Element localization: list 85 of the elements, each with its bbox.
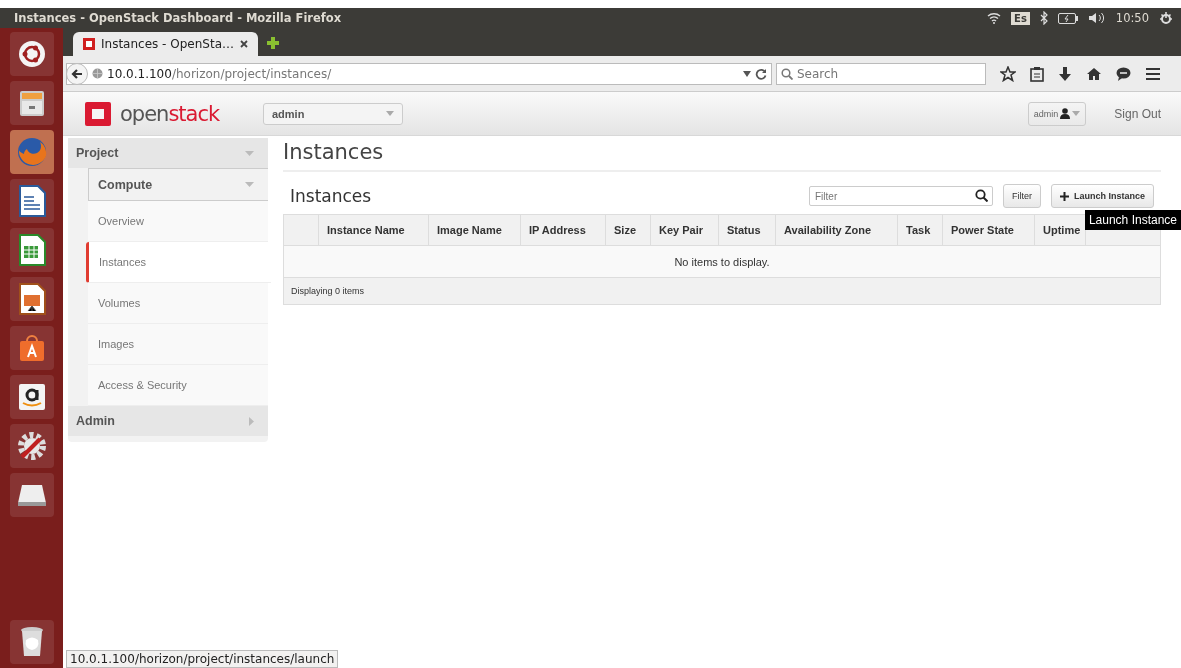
back-button[interactable] xyxy=(66,62,88,85)
firefox-icon xyxy=(15,136,48,168)
caret-down-icon xyxy=(245,150,254,156)
launch-instance-button[interactable]: Launch Instance xyxy=(1051,184,1154,208)
favicon-icon xyxy=(83,38,95,50)
launcher-item[interactable] xyxy=(9,424,54,468)
openstack-logo-icon xyxy=(84,100,112,127)
project-dropdown[interactable]: admin xyxy=(263,102,403,125)
spreadsheet-icon xyxy=(17,234,46,266)
bluetooth-icon[interactable] xyxy=(1039,11,1048,25)
launcher-item[interactable] xyxy=(9,620,54,664)
caret-icon xyxy=(1072,111,1081,116)
launcher-item[interactable] xyxy=(9,32,54,76)
power-gear-icon[interactable] xyxy=(1159,11,1173,25)
home-icon[interactable] xyxy=(1086,66,1102,81)
tooltip: Launch Instance xyxy=(1084,210,1181,230)
page-title: Instances xyxy=(283,140,1161,172)
column-header[interactable]: Uptime xyxy=(1034,214,1086,246)
search-icon xyxy=(781,67,793,80)
url-field[interactable]: 10.0.1.100/horizon/project/instances/ xyxy=(66,62,772,85)
column-header[interactable]: Status xyxy=(718,214,776,246)
column-header[interactable]: Instance Name xyxy=(318,214,429,246)
download-arrow-icon[interactable] xyxy=(1058,65,1072,82)
launcher-item[interactable] xyxy=(9,228,54,272)
caret-right-icon xyxy=(249,416,254,426)
search-field[interactable]: Search xyxy=(776,62,986,85)
column-header[interactable]: Power State xyxy=(942,214,1035,246)
caret-icon xyxy=(386,111,394,116)
status-link-url: 10.0.1.100/horizon/project/instances/launch xyxy=(66,650,339,668)
sidebar-item[interactable]: Overview xyxy=(88,201,268,242)
wifi-icon[interactable] xyxy=(987,12,1002,24)
table-footer: Displaying 0 items xyxy=(283,277,1161,305)
battery-icon[interactable] xyxy=(1057,12,1078,24)
empty-message: No items to display. xyxy=(283,245,1161,278)
trash-icon xyxy=(18,626,45,658)
reload-icon[interactable] xyxy=(755,67,767,80)
user-dropdown[interactable]: admin xyxy=(1027,101,1087,126)
keyboard-layout-indicator[interactable]: Es xyxy=(1011,11,1030,25)
filter-button[interactable]: Filter xyxy=(1003,184,1041,208)
sidebar-item[interactable]: Volumes xyxy=(88,283,268,324)
clock[interactable]: 10:50 xyxy=(1115,11,1149,25)
new-tab-plus-icon[interactable] xyxy=(266,36,280,50)
table-title: Instances xyxy=(290,186,372,206)
logo-text: openstack xyxy=(120,101,220,126)
globe-icon xyxy=(92,68,103,79)
column-header[interactable]: Availability Zone xyxy=(775,214,898,246)
ubuntu-logo-icon xyxy=(16,39,47,69)
back-arrow-icon xyxy=(71,67,83,80)
plus-icon xyxy=(1060,191,1069,201)
column-header[interactable]: Task xyxy=(897,214,943,246)
url-text: 10.0.1.100/horizon/project/instances/ xyxy=(107,66,332,81)
browser-tab[interactable]: Instances - OpenSta… xyxy=(73,32,258,56)
window-title: Instances - OpenStack Dashboard - Mozilla Firefox xyxy=(14,11,342,25)
sidebar-group-header[interactable]: Compute xyxy=(88,168,268,201)
column-header[interactable]: Size xyxy=(605,214,651,246)
sidebar-item[interactable]: Access & Security xyxy=(88,365,268,406)
letter-a-icon xyxy=(16,382,47,412)
text-document-icon xyxy=(17,185,46,217)
user-icon xyxy=(1060,108,1071,119)
launcher-item[interactable] xyxy=(9,326,54,370)
dropdown-caret-icon[interactable] xyxy=(743,70,751,77)
launcher-item[interactable] xyxy=(9,473,54,517)
column-header[interactable]: Key Pair xyxy=(650,214,719,246)
launcher-item[interactable] xyxy=(9,277,54,321)
close-icon[interactable] xyxy=(240,40,248,48)
column-header[interactable]: Image Name xyxy=(428,214,521,246)
launcher-item[interactable] xyxy=(9,179,54,223)
sign-out-link[interactable]: Sign Out xyxy=(1114,106,1161,121)
sidebar-item[interactable]: Instances xyxy=(86,242,271,283)
launcher-item[interactable] xyxy=(9,375,54,419)
sidebar-item[interactable]: Images xyxy=(88,324,268,365)
column-header[interactable]: IP Address xyxy=(520,214,606,246)
presentation-icon xyxy=(17,283,46,315)
filter-field[interactable]: Filter xyxy=(809,186,993,206)
star-icon[interactable] xyxy=(1000,65,1016,82)
chat-bubble-icon[interactable] xyxy=(1116,66,1131,81)
clipboard-icon[interactable] xyxy=(1030,65,1044,82)
drive-icon xyxy=(15,483,48,507)
sidebar-panel-header[interactable]: Admin xyxy=(68,406,268,436)
launcher-item[interactable] xyxy=(9,81,54,125)
volume-icon[interactable] xyxy=(1087,12,1106,24)
search-icon xyxy=(975,189,988,202)
sidebar-panel-header[interactable]: Project xyxy=(68,138,268,168)
caret-down-icon xyxy=(245,182,254,187)
menu-icon[interactable] xyxy=(1145,66,1161,81)
